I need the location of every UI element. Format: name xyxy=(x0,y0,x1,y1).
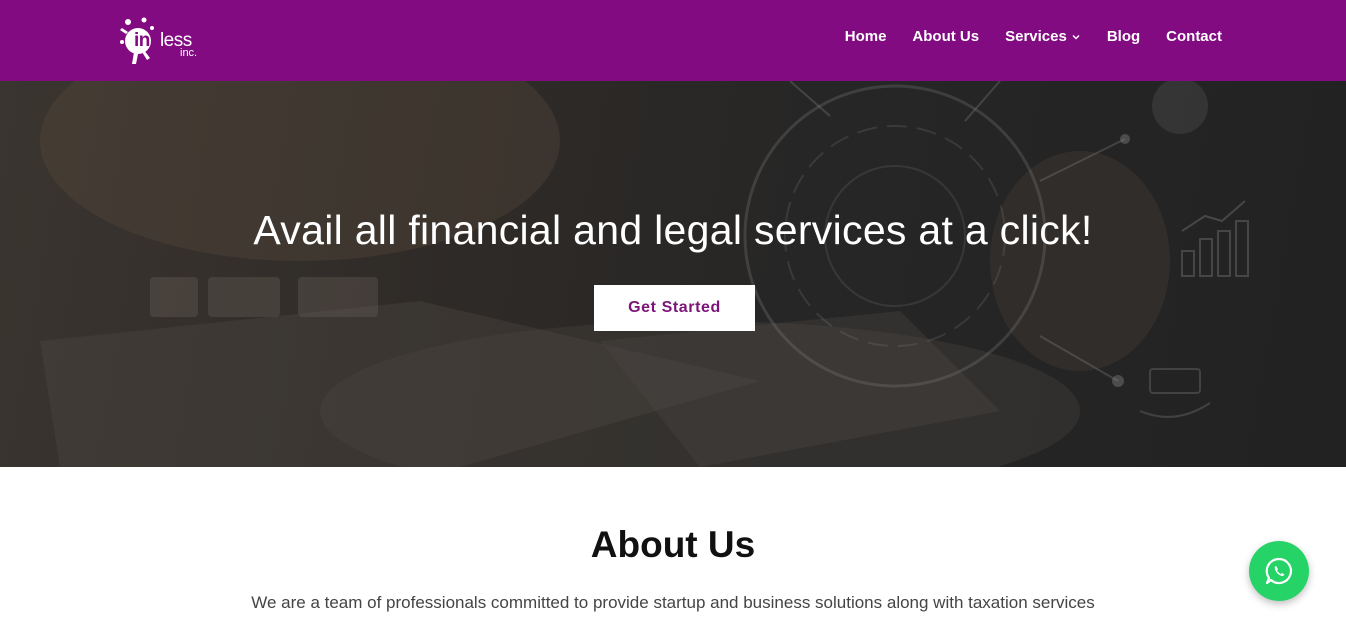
about-us-heading: About Us xyxy=(590,524,756,565)
hero-title: Avail all financial and legal services a… xyxy=(253,207,1093,253)
nav-about-label: About Us xyxy=(912,28,980,45)
logo-subtitle: inc. xyxy=(180,47,198,59)
nav-about-us[interactable]: About Us xyxy=(912,28,979,45)
inkless-logo[interactable]: inkless inc. xyxy=(118,14,208,72)
nav-home-label: Home xyxy=(844,28,887,45)
hero-banner: Avail all financial and legal services a… xyxy=(0,81,1346,467)
whatsapp-icon xyxy=(1265,557,1293,585)
nav-blog[interactable]: Blog xyxy=(1107,28,1140,45)
get-started-button[interactable]: Get Started xyxy=(594,285,755,331)
nav-blog-label: Blog xyxy=(1106,28,1141,45)
chevron-down-icon xyxy=(1072,34,1080,39)
nav-contact[interactable]: Contact xyxy=(1166,28,1222,45)
main-nav: Home About Us Services Blog Contact xyxy=(845,28,1222,45)
nav-services-label: Services xyxy=(1005,28,1067,45)
whatsapp-chat-button[interactable] xyxy=(1249,541,1309,601)
about-us-description: We are a team of professionals committed… xyxy=(251,593,1095,612)
nav-home[interactable]: Home xyxy=(845,28,887,45)
nav-contact-label: Contact xyxy=(1166,28,1222,45)
nav-services[interactable]: Services xyxy=(1005,28,1081,45)
site-header: inkless inc. Home About Us Services Blog… xyxy=(0,0,1346,81)
hero-background-image xyxy=(40,81,1249,467)
